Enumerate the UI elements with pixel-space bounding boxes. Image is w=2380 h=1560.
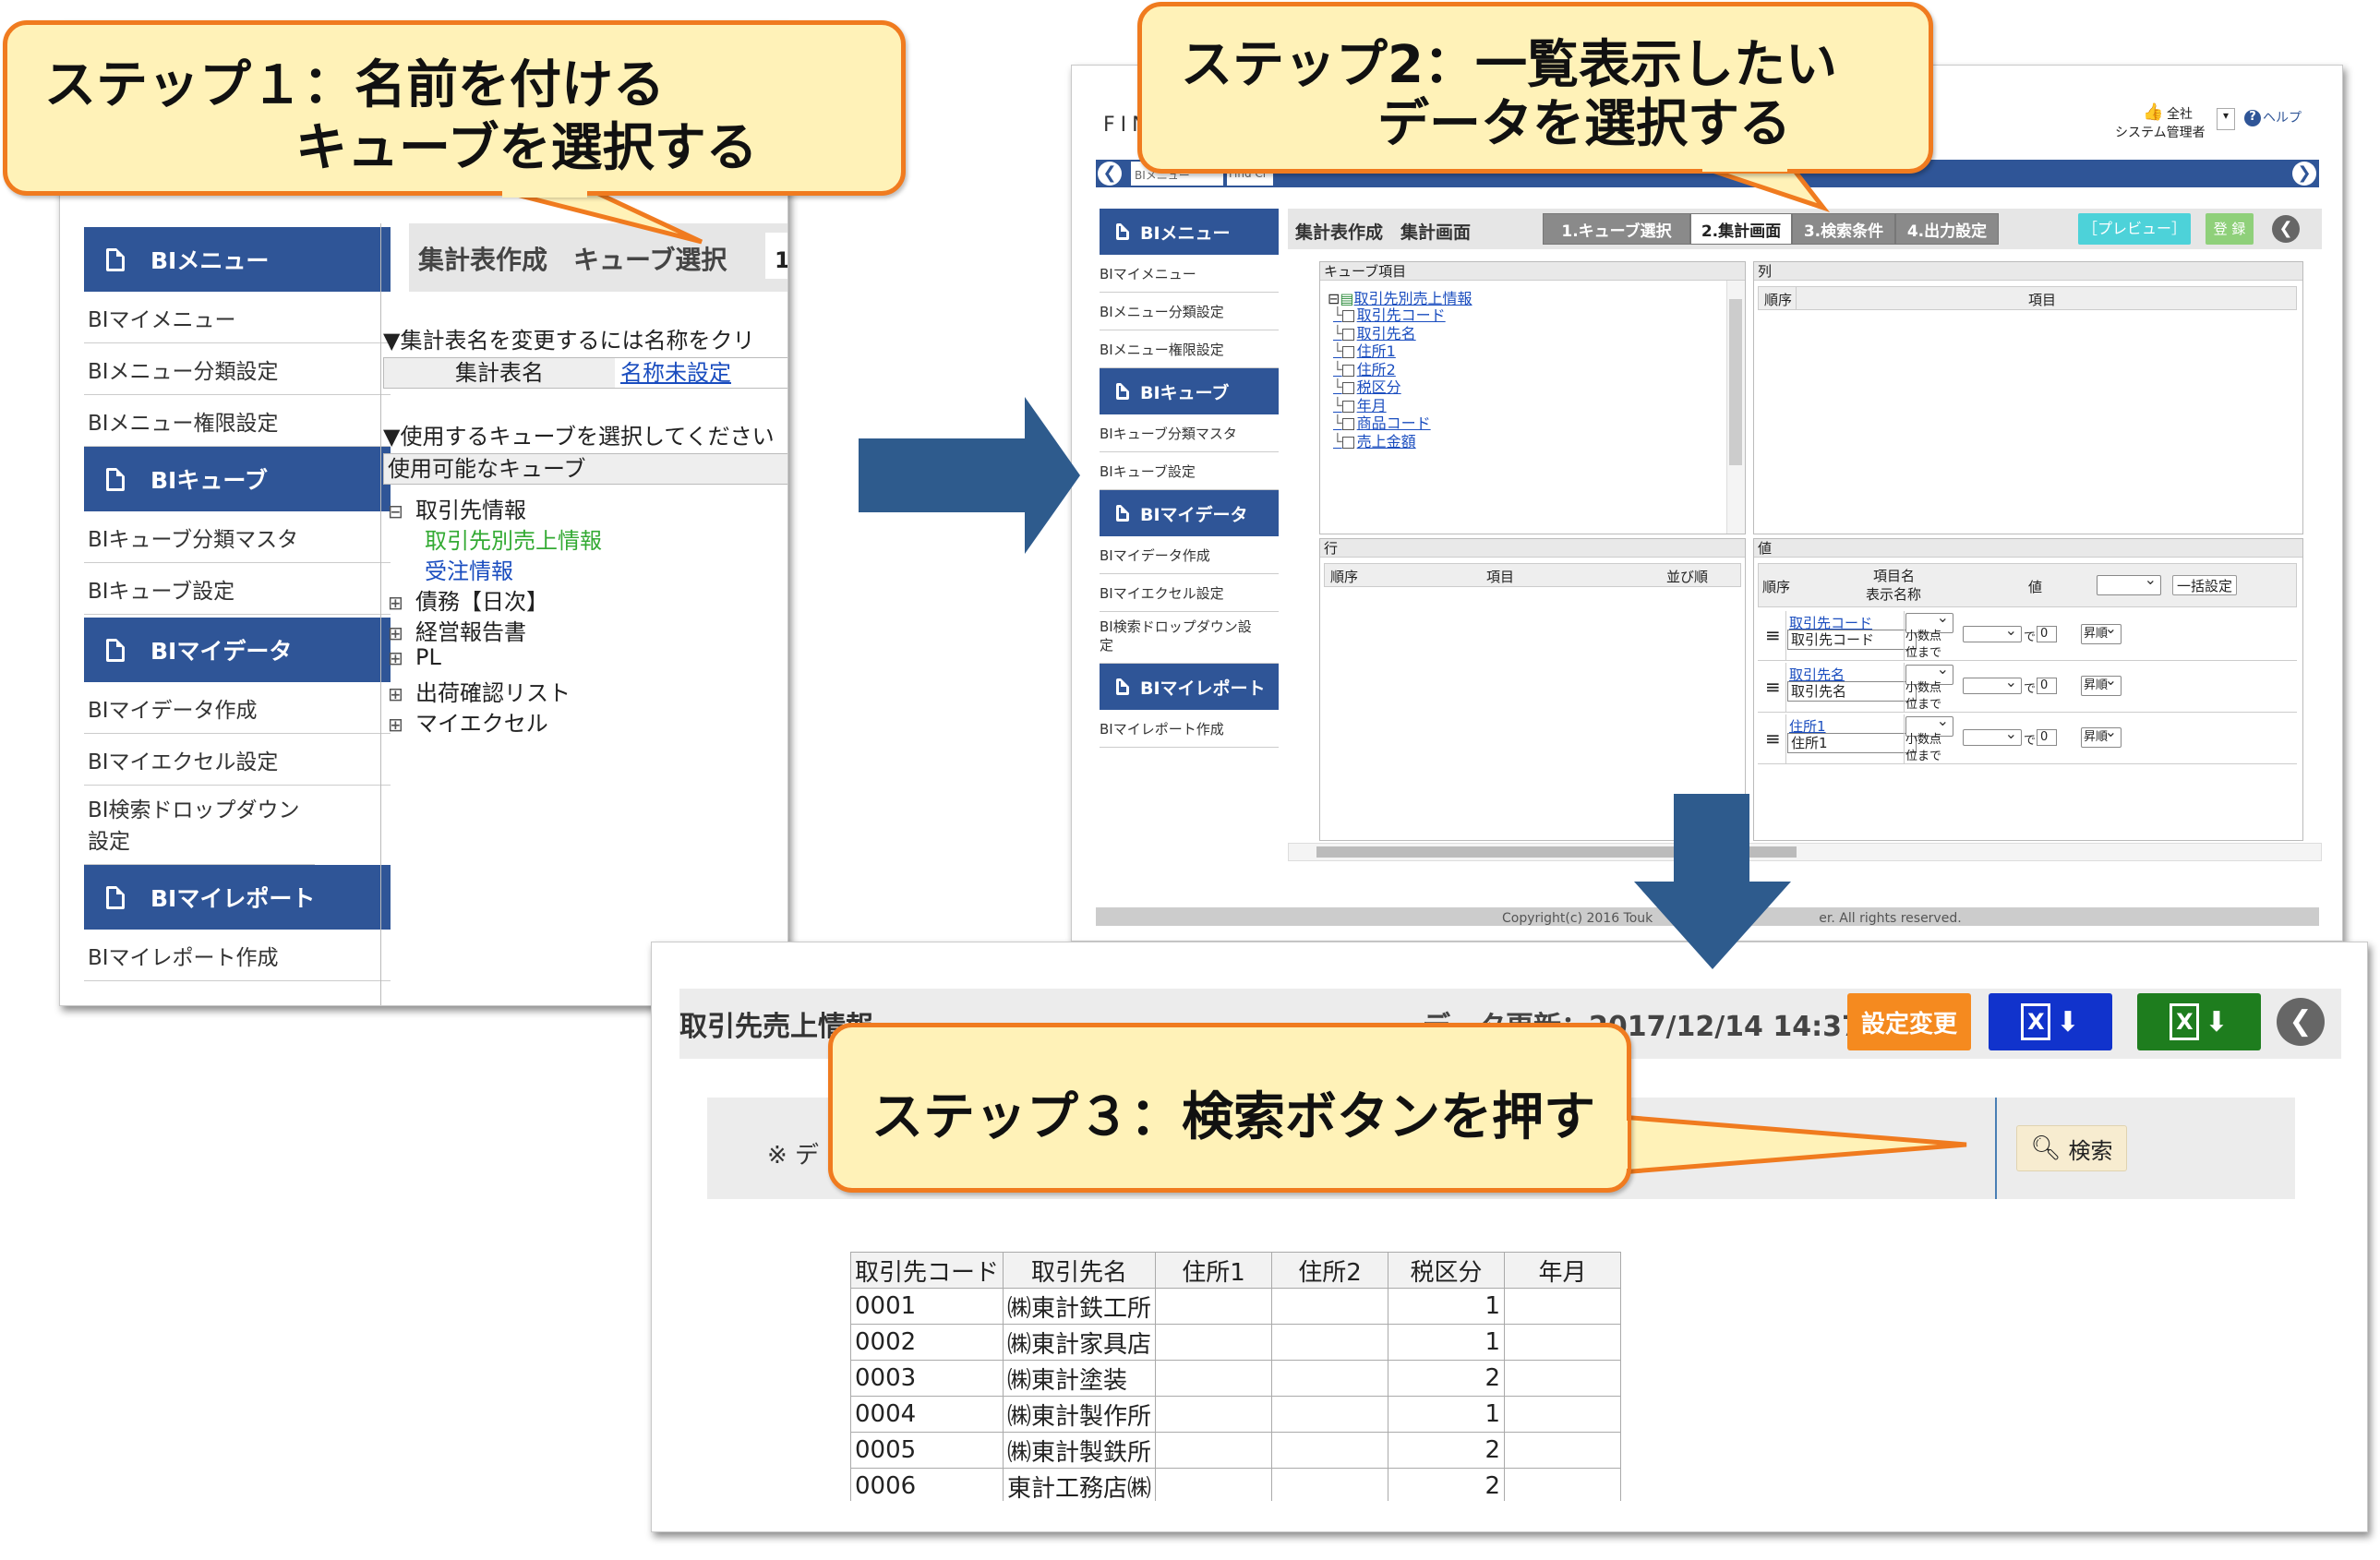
callout-tails [498, 163, 1967, 1175]
callout-step2-line2: データを選択する [1377, 94, 1791, 154]
callout-tail-join [502, 181, 587, 198]
callout-step3: ステップ３：検索ボタンを押す [828, 1023, 1631, 1193]
callout-tail-join [1611, 1121, 1628, 1169]
callout-step2: ステップ2：一覧表示したい データを選択する [1137, 2, 1933, 174]
callout-step1-line2: キューブを選択する [295, 118, 758, 178]
callout-step1: ステップ１：名前を付ける キューブを選択する [3, 20, 906, 196]
callout-tail-join [1702, 157, 1787, 172]
callout-step3-text: ステップ３：検索ボタンを押す [871, 1087, 1595, 1147]
